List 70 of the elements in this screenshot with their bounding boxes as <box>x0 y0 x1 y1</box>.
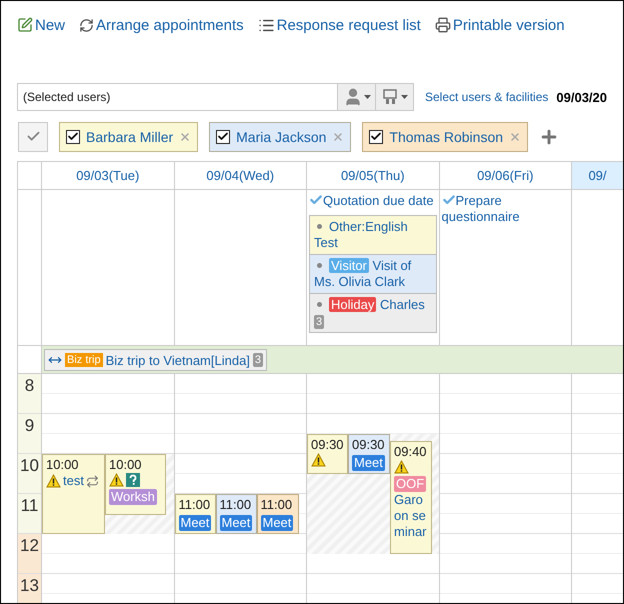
event-card[interactable]: 11:00 Meet <box>256 494 298 534</box>
event-time: 09:30 <box>311 437 344 453</box>
user-search-field[interactable]: (Selected users) <box>17 83 338 111</box>
event-card[interactable]: 09:30 <box>307 434 348 474</box>
user-name: Thomas Robinson <box>389 128 504 144</box>
event-time: 11:00 <box>178 497 210 513</box>
event-label: Meet <box>178 515 212 531</box>
day-header[interactable]: 09/ <box>572 162 623 190</box>
user-chip[interactable]: Barbara Miller <box>59 122 198 152</box>
task-link[interactable]: Quotation due date <box>309 193 436 209</box>
all-day-event[interactable]: Other:English Test <box>310 216 436 255</box>
toolbar-link[interactable]: Printable version <box>434 16 565 34</box>
hour-label: 9 <box>18 414 41 454</box>
arrows-icon <box>79 18 94 32</box>
hour-label: 10 <box>18 454 41 494</box>
trip-event[interactable]: Biz trip Biz trip to Vietnam[Linda] 3 <box>44 349 268 371</box>
event-label: Meet <box>220 515 252 531</box>
day-header[interactable]: 09/06(Fri) <box>440 162 572 190</box>
all-day-event[interactable]: Visitor Visit of Ms. Olivia Clark <box>310 255 436 294</box>
event-label: OOF <box>394 476 426 492</box>
day-header[interactable]: 09/04(Wed) <box>174 162 307 190</box>
toolbar-link[interactable]: Arrange appointments <box>79 16 244 34</box>
event-label: Worksh <box>109 489 157 505</box>
hour-label: 8 <box>18 374 41 414</box>
event-title[interactable]: test <box>63 473 84 489</box>
user-chip[interactable]: Thomas Robinson <box>362 122 528 152</box>
checkbox[interactable] <box>369 130 384 144</box>
check-icon <box>442 193 456 207</box>
hour-label: 13 <box>18 574 41 603</box>
all-day-event[interactable]: Holiday Charles 3 <box>310 294 436 332</box>
hour-label: 11 <box>18 494 41 534</box>
event-card[interactable]: 10:00 Worksh <box>105 454 166 515</box>
toolbar-link[interactable]: Response request list <box>258 16 421 34</box>
event-card[interactable]: 11:00 Meet <box>216 494 256 534</box>
user-picker-button[interactable] <box>338 83 376 111</box>
event-time: 09:30 <box>352 437 385 453</box>
event-card[interactable]: 09:40 OOF Garoon seminar <box>390 441 432 554</box>
event-card[interactable]: 11:00 Meet <box>174 494 216 534</box>
event-card[interactable]: 10:00 test <box>42 454 105 534</box>
caret-icon <box>400 95 408 99</box>
edit-icon <box>17 17 33 33</box>
checkbox[interactable] <box>216 130 230 144</box>
check-icon <box>309 193 323 207</box>
remove-icon[interactable] <box>179 130 192 142</box>
event-label: Meet <box>260 515 294 531</box>
task-link[interactable]: Prepare questionnaire <box>442 193 569 225</box>
select-users-link[interactable]: Select users & facilities <box>425 90 548 104</box>
day-header[interactable]: 09/05(Thu) <box>307 162 440 190</box>
event-time: 10:00 <box>109 457 142 473</box>
check-all-button[interactable] <box>18 122 48 152</box>
event-label: Meet <box>352 455 385 471</box>
toolbar-link[interactable]: New <box>17 16 66 34</box>
hour-label: 12 <box>18 534 41 574</box>
user-name: Barbara Miller <box>86 128 174 144</box>
event-title[interactable]: Garoon seminar <box>394 492 428 540</box>
event-card[interactable]: 09:30 Meet <box>348 434 390 474</box>
event-time: 11:00 <box>220 497 252 513</box>
facility-picker-button[interactable] <box>376 83 414 111</box>
checkbox[interactable] <box>66 130 80 144</box>
facility-icon <box>382 88 400 106</box>
printer-icon <box>434 17 451 33</box>
event-time: 10:00 <box>46 457 79 473</box>
day-header[interactable]: 09/03(Tue) <box>42 162 174 190</box>
add-icon[interactable] <box>539 126 560 146</box>
user-chip[interactable]: Maria Jackson <box>209 122 352 152</box>
user-name: Maria Jackson <box>236 128 326 144</box>
caret-icon <box>364 95 370 99</box>
event-time: 09:40 <box>394 444 427 460</box>
event-time: 11:00 <box>260 497 292 513</box>
date-text: 09/03/20 <box>556 90 607 104</box>
